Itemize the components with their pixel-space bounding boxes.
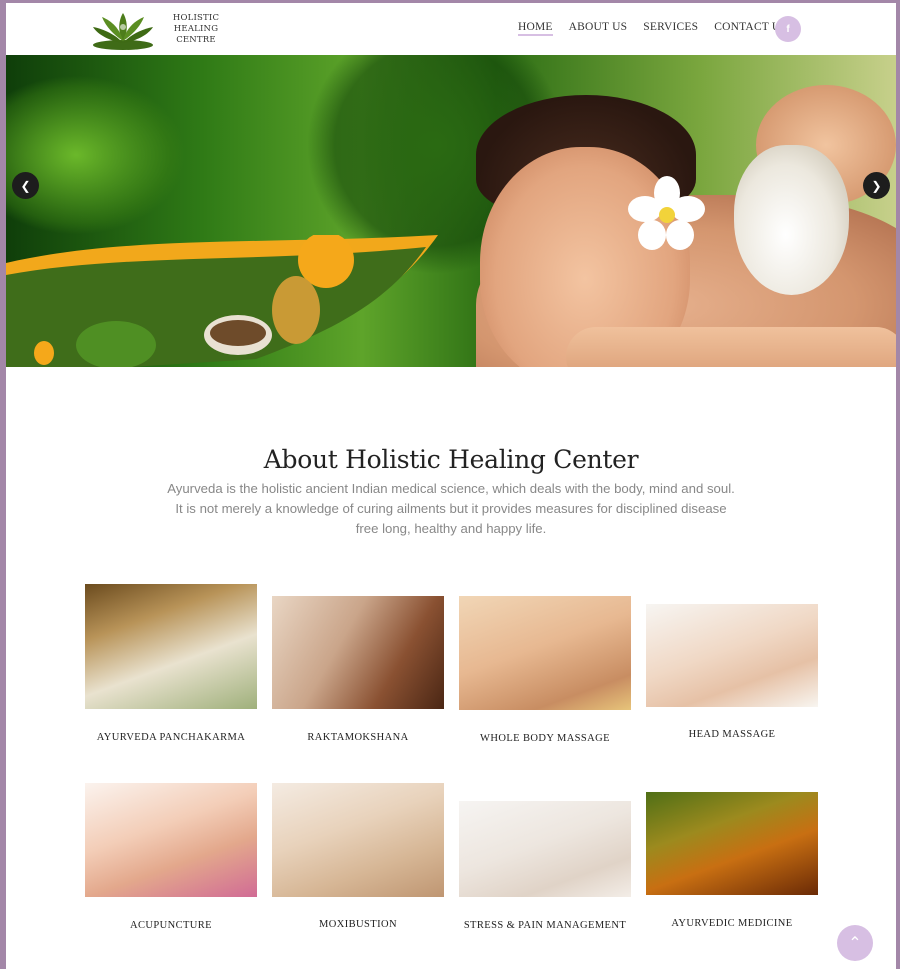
- service-image[interactable]: [459, 596, 631, 710]
- service-label[interactable]: RAKTAMOKSHANA: [272, 732, 444, 743]
- brand-name-line1: HOLISTIC HEALING: [172, 12, 220, 34]
- herbal-compress: [734, 145, 849, 295]
- brand-name-line2: CENTRE: [176, 34, 216, 45]
- service-image[interactable]: [272, 596, 444, 709]
- flower-icon: [628, 176, 705, 250]
- about-title: About Holistic Healing Center: [263, 445, 639, 474]
- lotus-icon: [93, 13, 153, 50]
- site-header: HOLISTIC HEALING CENTRE HOME ABOUT US SE…: [6, 3, 896, 55]
- service-label[interactable]: STRESS & PAIN MANAGEMENT: [459, 920, 631, 931]
- scroll-to-top-button[interactable]: ⌃: [837, 925, 873, 961]
- service-label[interactable]: AYURVEDIC MEDICINE: [646, 918, 818, 929]
- nav-about-us[interactable]: ABOUT US: [569, 21, 628, 33]
- service-label[interactable]: AYURVEDA PANCHAKARMA: [85, 732, 257, 743]
- service-image[interactable]: [459, 801, 631, 897]
- hero-arm: [566, 327, 896, 367]
- hero-slider: ❮ ❯: [6, 55, 896, 367]
- service-image[interactable]: [85, 783, 257, 897]
- window-frame-right: [896, 0, 900, 969]
- nav-home[interactable]: HOME: [518, 21, 553, 36]
- service-image[interactable]: [272, 783, 444, 897]
- nav-services[interactable]: SERVICES: [643, 21, 698, 33]
- slider-next-button[interactable]: ❯: [863, 172, 890, 199]
- service-label[interactable]: ACUPUNCTURE: [85, 920, 257, 931]
- site-logo[interactable]: HOLISTIC HEALING CENTRE: [90, 7, 240, 51]
- service-label[interactable]: MOXIBUSTION: [272, 919, 444, 930]
- hero-leaf-decoration: [6, 75, 186, 235]
- slider-prev-button[interactable]: ❮: [12, 172, 39, 199]
- main-nav: HOME ABOUT US SERVICES CONTACT US: [518, 21, 787, 36]
- service-image[interactable]: [85, 584, 257, 709]
- service-image[interactable]: [646, 604, 818, 707]
- facebook-icon[interactable]: f: [775, 16, 801, 42]
- hero-herbs-decoration: [6, 235, 438, 367]
- logo-text: HOLISTIC HEALING CENTRE: [156, 13, 236, 46]
- service-label[interactable]: WHOLE BODY MASSAGE: [459, 733, 631, 744]
- about-description: Ayurveda is the holistic ancient Indian …: [167, 481, 735, 536]
- service-image[interactable]: [646, 792, 818, 895]
- service-label[interactable]: HEAD MASSAGE: [646, 729, 818, 740]
